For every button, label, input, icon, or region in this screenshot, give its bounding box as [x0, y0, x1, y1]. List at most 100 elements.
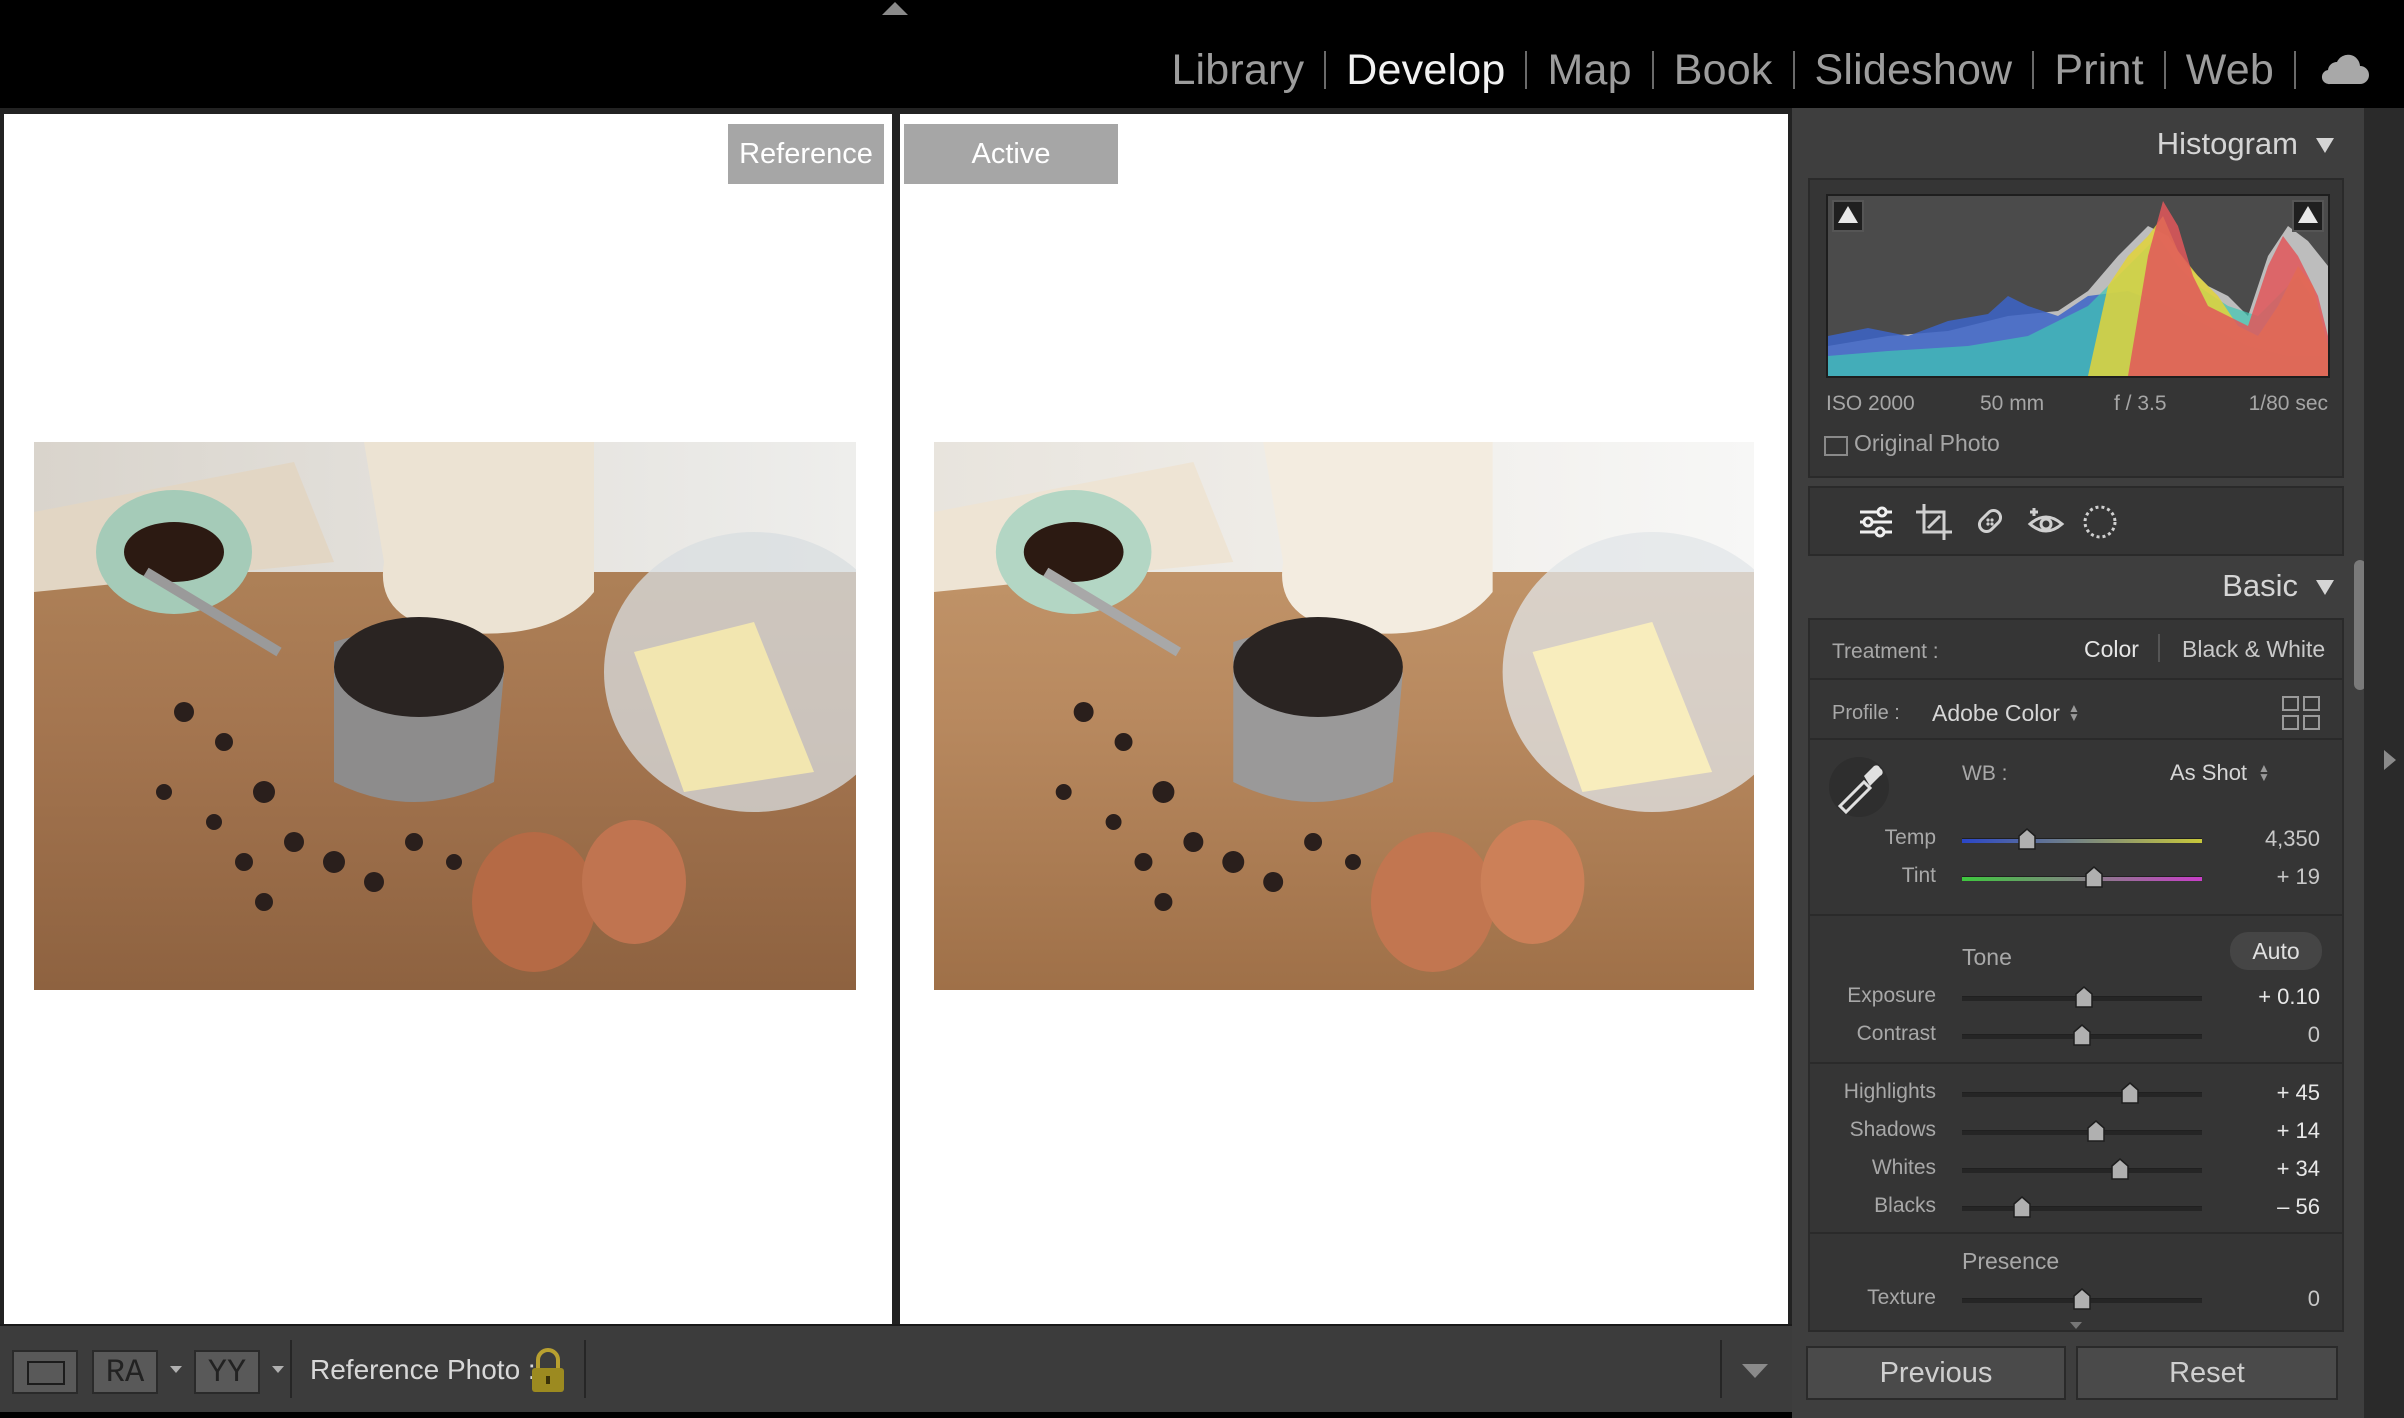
compare-toolbar: RA YY Reference Photo :	[0, 1324, 1792, 1412]
masking-icon[interactable]	[2080, 502, 2120, 542]
reference-active-view-button[interactable]: RA	[92, 1350, 158, 1394]
before-after-view-button[interactable]: YY	[194, 1350, 260, 1394]
reference-pane[interactable]: Reference	[4, 114, 892, 1330]
reference-label: Reference	[728, 124, 884, 184]
module-library[interactable]: Library	[1151, 46, 1324, 95]
blacks-value[interactable]: – 56	[2230, 1194, 2320, 1220]
tint-label: Tint	[1901, 864, 1936, 887]
toolbar-divider	[1720, 1340, 1722, 1398]
highlight-clipping-icon[interactable]	[2292, 200, 2324, 232]
profile-browser-icon[interactable]	[2282, 696, 2320, 730]
treatment-label: Treatment :	[1832, 640, 1939, 663]
baking-photo-image	[934, 442, 1754, 990]
presence-label: Presence	[1962, 1248, 2060, 1274]
tint-value[interactable]: + 19	[2230, 864, 2320, 890]
original-photo-checkbox[interactable]	[1824, 436, 1848, 456]
exposure-value[interactable]: + 0.10	[2230, 984, 2320, 1010]
toolbar-divider	[290, 1340, 292, 1398]
treatment-divider	[2158, 634, 2160, 662]
histogram-header[interactable]: Histogram	[1808, 114, 2340, 174]
cloud-icon[interactable]	[2318, 52, 2370, 88]
section-divider	[1810, 914, 2342, 916]
shadows-value[interactable]: + 14	[2230, 1118, 2320, 1144]
whites-label: Whites	[1871, 1156, 1936, 1179]
wb-select[interactable]: As Shot	[2170, 760, 2247, 786]
texture-slider-thumb[interactable]	[2073, 1288, 2091, 1310]
baking-photo-image	[34, 442, 856, 990]
temp-value[interactable]: 4,350	[2230, 826, 2320, 852]
wb-label: WB :	[1962, 762, 2008, 785]
collapse-triangle-icon[interactable]	[2316, 580, 2334, 595]
collapse-top-panel-icon[interactable]	[882, 2, 908, 15]
chevron-down-icon[interactable]	[272, 1366, 284, 1373]
exif-focal-length: 50 mm	[1980, 392, 2045, 415]
collapse-triangle-icon[interactable]	[2316, 138, 2334, 153]
temp-slider-track[interactable]	[1962, 838, 2202, 843]
loupe-view-button[interactable]	[12, 1350, 78, 1394]
collapse-right-panel-icon[interactable]	[2384, 750, 2396, 770]
histogram-title: Histogram	[2156, 126, 2298, 161]
blacks-slider-thumb[interactable]	[2013, 1196, 2031, 1218]
panel-scrollbar-track[interactable]	[2356, 108, 2364, 1324]
active-label: Active	[904, 124, 1118, 184]
highlights-label: Highlights	[1843, 1080, 1936, 1103]
temp-slider-thumb[interactable]	[2018, 828, 2036, 850]
reference-photo-label: Reference Photo :	[310, 1354, 536, 1385]
basic-header[interactable]: Basic	[1808, 556, 2340, 616]
eyedropper-icon[interactable]	[1828, 756, 1890, 818]
section-divider	[1810, 1062, 2342, 1064]
previous-button[interactable]: Previous	[1806, 1346, 2066, 1400]
highlights-slider-thumb[interactable]	[2121, 1082, 2139, 1104]
auto-tone-button[interactable]: Auto	[2230, 932, 2322, 970]
develop-tool-strip	[1808, 486, 2344, 556]
treatment-color-button[interactable]: Color	[2084, 636, 2139, 663]
healing-icon[interactable]	[1970, 502, 2010, 542]
highlights-value[interactable]: + 45	[2230, 1080, 2320, 1106]
module-print[interactable]: Print	[2034, 46, 2163, 95]
basic-panel: Treatment : Color Black & White Profile …	[1808, 618, 2344, 1332]
whites-slider-thumb[interactable]	[2111, 1158, 2130, 1180]
tint-slider-thumb[interactable]	[2085, 866, 2103, 888]
exposure-slider-thumb[interactable]	[2075, 986, 2094, 1008]
whites-slider-track[interactable]	[1962, 1168, 2202, 1173]
blacks-slider-track[interactable]	[1962, 1206, 2202, 1211]
develop-right-panel: Histogram ISO 2000 50 mm f / 3.5 1/80 se…	[1792, 108, 2364, 1418]
active-photo[interactable]	[934, 442, 1754, 990]
updown-caret-icon[interactable]: ▲ ▼	[2068, 702, 2080, 723]
whites-value[interactable]: + 34	[2230, 1156, 2320, 1182]
texture-value[interactable]: 0	[2230, 1286, 2320, 1312]
highlights-slider-track[interactable]	[1962, 1092, 2202, 1097]
module-picker: Library Develop Map Book Slideshow Print…	[1151, 38, 2370, 102]
section-divider	[1810, 738, 2342, 740]
contrast-value[interactable]: 0	[2230, 1022, 2320, 1048]
shadows-slider-track[interactable]	[1962, 1130, 2202, 1135]
module-divider	[2294, 51, 2296, 89]
histogram-graph[interactable]	[1826, 194, 2330, 378]
reference-photo[interactable]	[34, 442, 856, 990]
tone-label: Tone	[1962, 944, 2012, 970]
exif-shutter-speed: 1/80 sec	[2248, 392, 2328, 415]
module-book[interactable]: Book	[1654, 46, 1793, 95]
contrast-slider-thumb[interactable]	[2073, 1024, 2091, 1046]
profile-select[interactable]: Adobe Color	[1932, 700, 2060, 727]
module-slideshow[interactable]: Slideshow	[1795, 46, 2033, 95]
active-pane[interactable]: Active	[900, 114, 1788, 1330]
original-photo-label: Original Photo	[1854, 430, 2000, 456]
red-eye-icon[interactable]	[2026, 502, 2066, 542]
tint-slider-track[interactable]	[1962, 876, 2202, 881]
lock-icon[interactable]	[528, 1346, 568, 1394]
reset-button[interactable]: Reset	[2076, 1346, 2338, 1400]
module-map[interactable]: Map	[1527, 46, 1651, 95]
treatment-bw-button[interactable]: Black & White	[2182, 636, 2325, 663]
module-develop[interactable]: Develop	[1326, 46, 1525, 95]
module-web[interactable]: Web	[2166, 46, 2294, 95]
shadows-slider-thumb[interactable]	[2087, 1120, 2106, 1142]
shadow-clipping-icon[interactable]	[1832, 200, 1864, 232]
updown-caret-icon[interactable]: ▲ ▼	[2258, 762, 2270, 783]
chevron-down-icon[interactable]	[170, 1366, 182, 1373]
crop-icon[interactable]	[1914, 502, 1954, 542]
exif-aperture: f / 3.5	[2114, 392, 2167, 415]
edit-sliders-icon[interactable]	[1856, 502, 1896, 542]
toolbar-options-icon[interactable]	[1742, 1364, 1768, 1378]
profile-label: Profile :	[1832, 702, 1900, 724]
